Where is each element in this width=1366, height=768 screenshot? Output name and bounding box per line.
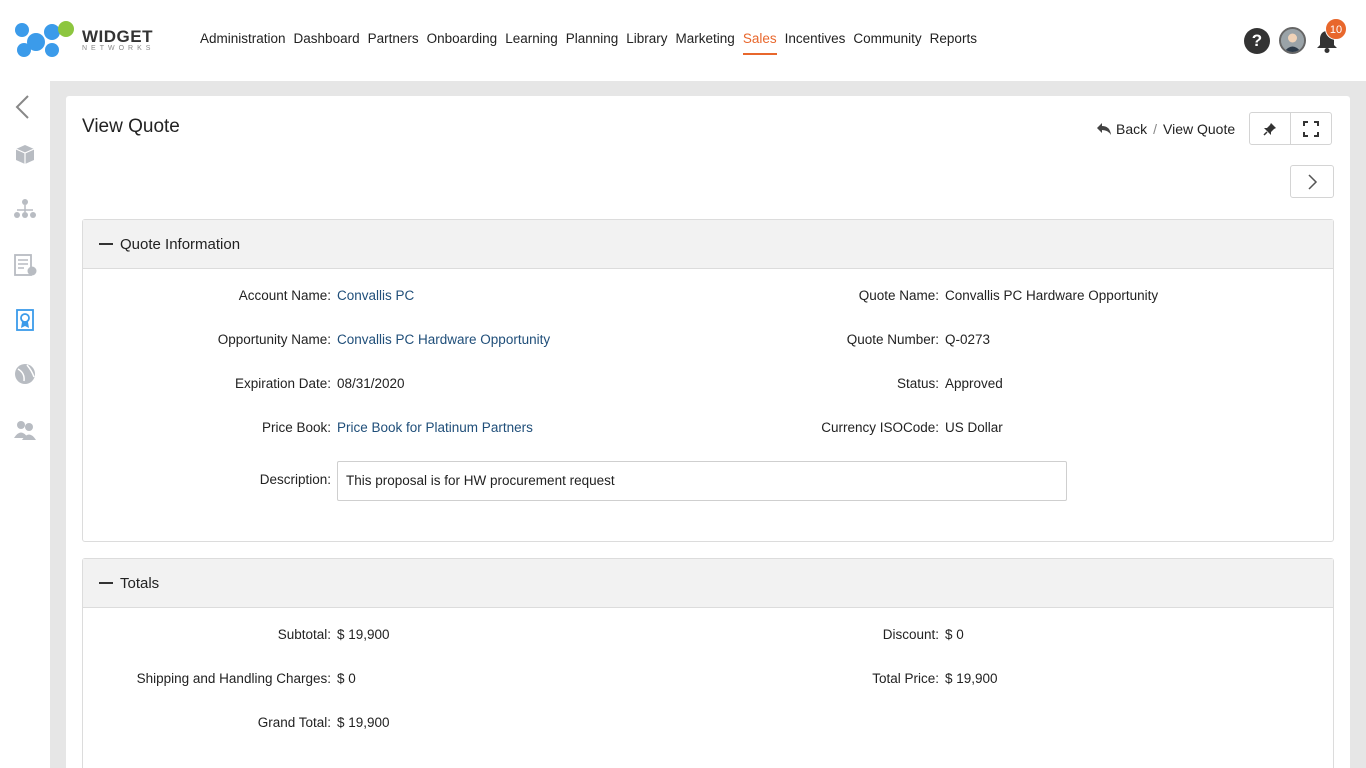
nav-administration[interactable]: Administration <box>200 31 286 46</box>
account-name-link[interactable]: Convallis PC <box>337 288 414 303</box>
quote-name-value: Convallis PC Hardware Opportunity <box>945 288 1159 303</box>
nav-dashboard[interactable]: Dashboard <box>294 31 360 46</box>
breadcrumb-separator: / <box>1153 121 1158 137</box>
nav-incentives[interactable]: Incentives <box>785 31 846 46</box>
sidebar <box>0 81 50 768</box>
field-label: Quote Number: <box>846 332 939 347</box>
view-quote-card: View Quote Back / View Quote Quote Infor… <box>66 96 1350 768</box>
price-book-field: Price Book: Price Book for Platinum Part… <box>83 420 533 435</box>
total-price-value: $ 19,900 <box>945 671 998 686</box>
field-label: Status: <box>896 376 939 391</box>
totals-header[interactable]: Totals <box>83 559 1333 608</box>
field-label: Shipping and Handling Charges: <box>136 671 331 686</box>
currency-field: Currency ISOCode: US Dollar <box>699 420 1003 435</box>
field-label: Currency ISOCode: <box>821 420 939 435</box>
quote-number-field: Quote Number: Q-0273 <box>699 332 990 347</box>
main-nav: Administration Dashboard Partners Onboar… <box>200 31 985 55</box>
grand-total-field: Grand Total: $ 19,900 <box>83 715 390 730</box>
grand-total-value: $ 19,900 <box>337 715 390 730</box>
fullscreen-icon <box>1303 120 1319 137</box>
certificate-icon[interactable] <box>12 307 38 333</box>
brand-tagline: NETWORKS <box>82 45 155 52</box>
field-label: Account Name: <box>238 288 331 303</box>
field-label: Grand Total: <box>257 715 331 730</box>
field-label: Description: <box>259 472 331 487</box>
status-value: Approved <box>945 376 1003 391</box>
pin-icon <box>1263 122 1276 136</box>
description-field: Description: <box>83 472 331 487</box>
org-chart-icon[interactable] <box>12 196 38 222</box>
brand-name: WIDGET <box>82 27 153 46</box>
nav-library[interactable]: Library <box>626 31 667 46</box>
expiration-date-field: Expiration Date: 08/31/2020 <box>83 376 405 391</box>
opportunity-name-link[interactable]: Convallis PC Hardware Opportunity <box>337 332 550 347</box>
field-label: Discount: <box>882 627 939 642</box>
nav-community[interactable]: Community <box>853 31 921 46</box>
page-title: View Quote <box>82 116 180 137</box>
field-label: Expiration Date: <box>234 376 331 391</box>
description-value: This proposal is for HW procurement requ… <box>337 461 1067 501</box>
collapse-chevron-icon[interactable] <box>12 94 38 120</box>
quote-name-field: Quote Name: Convallis PC Hardware Opport… <box>699 288 1158 303</box>
field-label: Opportunity Name: <box>217 332 331 347</box>
notification-badge[interactable]: 10 <box>1325 18 1347 40</box>
discount-value: $ 0 <box>945 627 964 642</box>
nav-sales[interactable]: Sales <box>742 31 777 55</box>
subtotal-field: Subtotal: $ 19,900 <box>83 627 390 642</box>
field-label: Quote Name: <box>858 288 939 303</box>
nav-planning[interactable]: Planning <box>566 31 619 46</box>
subtotal-value: $ 19,900 <box>337 627 390 642</box>
quote-number-value: Q-0273 <box>945 332 991 347</box>
collapse-icon[interactable] <box>99 582 113 584</box>
nav-onboarding[interactable]: Onboarding <box>427 31 498 46</box>
section-title: Totals <box>120 574 160 592</box>
field-label: Price Book: <box>261 420 331 435</box>
back-arrow-icon[interactable] <box>1096 122 1112 136</box>
price-book-link[interactable]: Price Book for Platinum Partners <box>337 420 533 435</box>
field-label: Subtotal: <box>277 627 331 642</box>
invoice-icon[interactable] <box>12 252 38 278</box>
discount-field: Discount: $ 0 <box>699 627 964 642</box>
breadcrumb-current: View Quote <box>1163 121 1236 137</box>
field-label: Total Price: <box>872 671 939 686</box>
expiration-date-value: 08/31/2020 <box>337 376 405 391</box>
totals-section: Totals Subtotal: $ 19,900 Shipping and H… <box>82 558 1334 768</box>
nav-learning[interactable]: Learning <box>505 31 558 46</box>
globe-icon[interactable] <box>12 361 38 387</box>
help-icon[interactable]: ? <box>1244 28 1270 54</box>
quote-information-header[interactable]: Quote Information <box>83 220 1333 269</box>
breadcrumb-back-link[interactable]: Back <box>1116 121 1147 137</box>
users-icon[interactable] <box>12 416 38 442</box>
status-field: Status: Approved <box>699 376 1003 391</box>
total-price-field: Total Price: $ 19,900 <box>699 671 998 686</box>
collapse-icon[interactable] <box>99 243 113 245</box>
chevron-right-icon <box>1308 173 1318 190</box>
quote-information-section: Quote Information Account Name: Convalli… <box>82 219 1334 542</box>
shipping-value: $ 0 <box>337 671 356 686</box>
pin-button[interactable] <box>1249 112 1291 145</box>
nav-reports[interactable]: Reports <box>930 31 977 46</box>
next-button[interactable] <box>1290 165 1334 198</box>
box-icon[interactable] <box>12 141 38 167</box>
shipping-field: Shipping and Handling Charges: $ 0 <box>83 671 356 686</box>
section-title: Quote Information <box>120 235 241 253</box>
account-name-field: Account Name: Convallis PC <box>83 288 415 303</box>
breadcrumb: Back / View Quote <box>1096 121 1235 137</box>
top-bar: WIDGET NETWORKS Administration Dashboard… <box>0 0 1366 81</box>
currency-value: US Dollar <box>945 420 1003 435</box>
nav-partners[interactable]: Partners <box>368 31 419 46</box>
user-avatar[interactable] <box>1279 27 1306 54</box>
opportunity-name-field: Opportunity Name: Convallis PC Hardware … <box>83 332 550 347</box>
fullscreen-button[interactable] <box>1290 112 1332 145</box>
nav-marketing[interactable]: Marketing <box>676 31 735 46</box>
